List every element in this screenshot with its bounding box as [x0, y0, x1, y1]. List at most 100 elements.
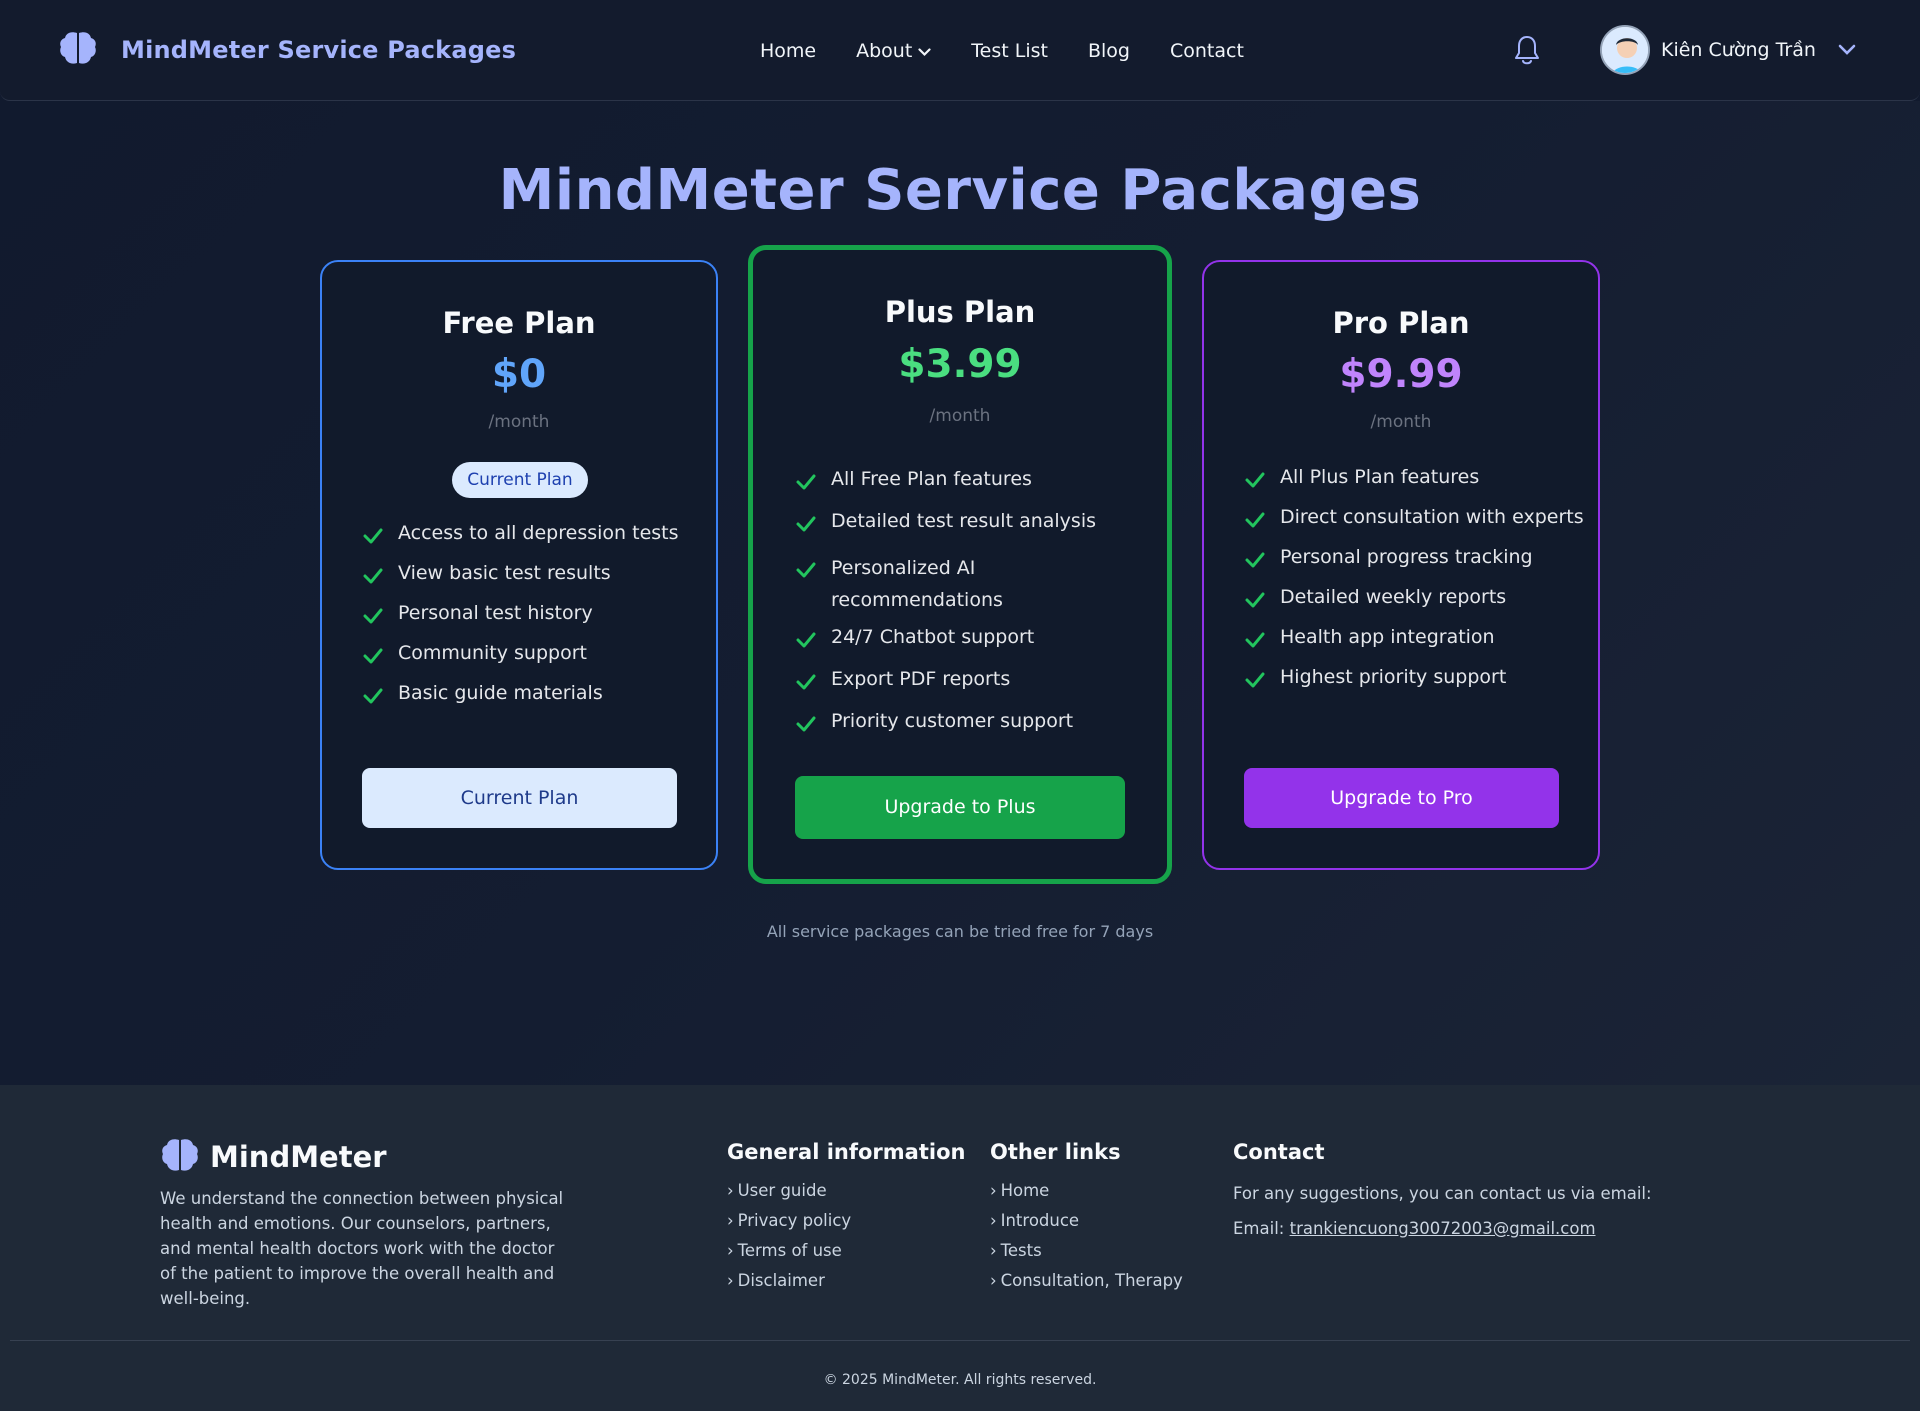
footer-divider — [10, 1340, 1910, 1341]
brand[interactable]: MindMeter Service Packages — [59, 30, 516, 70]
check-icon — [1244, 589, 1266, 611]
current-plan-badge: Current Plan — [452, 462, 588, 498]
footer-link-privacy-policy[interactable]: › Privacy policy — [727, 1206, 965, 1236]
nav-home[interactable]: Home — [760, 40, 816, 62]
nav-about-label: About — [856, 39, 913, 62]
feature-text: All Free Plan features — [831, 468, 1032, 490]
footer-link-terms[interactable]: › Terms of use — [727, 1236, 965, 1266]
footer-brand[interactable]: MindMeter — [160, 1137, 387, 1177]
upgrade-to-plus-button[interactable]: Upgrade to Plus — [795, 776, 1125, 839]
check-icon — [362, 565, 384, 587]
check-icon — [795, 513, 817, 535]
current-plan-button[interactable]: Current Plan — [362, 768, 677, 828]
plan-price: $0 — [491, 352, 547, 397]
check-icon — [1244, 549, 1266, 571]
link-label: Disclaimer — [737, 1271, 825, 1290]
feature-list: All Free Plan features Detailed test res… — [795, 468, 1145, 752]
feature-text: Detailed weekly reports — [1280, 586, 1507, 608]
check-icon — [1244, 509, 1266, 531]
feature-item: View basic test results — [362, 562, 692, 602]
copyright: © 2025 MindMeter. All rights reserved. — [823, 1372, 1097, 1388]
plan-name: Pro Plan — [1332, 306, 1470, 340]
feature-text: Community support — [398, 642, 587, 664]
feature-item: Community support — [362, 642, 692, 682]
check-icon — [1244, 629, 1266, 651]
plan-period: /month — [1370, 412, 1432, 432]
plan-name: Free Plan — [442, 306, 596, 340]
link-label: Terms of use — [737, 1241, 842, 1260]
check-icon — [1244, 669, 1266, 691]
feature-item: Personal test history — [362, 602, 692, 642]
feature-item: Personalized AI recommendations — [795, 552, 1055, 626]
link-label: Introduce — [1000, 1211, 1080, 1230]
check-icon — [362, 685, 384, 707]
feature-item: Detailed test result analysis — [795, 510, 1145, 552]
feature-item: Priority customer support — [795, 710, 1145, 752]
avatar[interactable] — [1600, 25, 1650, 75]
footer-link-disclaimer[interactable]: › Disclaimer — [727, 1266, 965, 1296]
check-icon — [1244, 469, 1266, 491]
link-label: Privacy policy — [737, 1211, 852, 1230]
contact-email-link[interactable]: trankiencuong30072003@gmail.com — [1290, 1219, 1596, 1238]
feature-item: Direct consultation with experts — [1244, 506, 1584, 546]
nav-test-list[interactable]: Test List — [971, 40, 1048, 62]
top-header: MindMeter Service Packages Home About Te… — [0, 0, 1920, 101]
brain-icon — [59, 30, 97, 70]
feature-text: 24/7 Chatbot support — [831, 626, 1035, 648]
footer-link-consultation[interactable]: › Consultation, Therapy — [990, 1266, 1183, 1296]
link-label: Tests — [1000, 1241, 1042, 1260]
brand-title: MindMeter Service Packages — [121, 36, 517, 64]
plan-card-plus: Plus Plan $3.99 /month All Free Plan fea… — [748, 245, 1172, 884]
check-icon — [795, 471, 817, 493]
brain-icon — [160, 1137, 200, 1177]
link-label: Consultation, Therapy — [1000, 1271, 1183, 1290]
feature-text: Priority customer support — [831, 710, 1074, 732]
feature-text: Basic guide materials — [398, 682, 603, 704]
feature-item: All Free Plan features — [795, 468, 1145, 510]
feature-text: Health app integration — [1280, 626, 1495, 648]
nav-about[interactable]: About — [856, 40, 931, 62]
plan-price: $3.99 — [898, 342, 1022, 387]
plan-name: Plus Plan — [884, 295, 1036, 329]
plan-period: /month — [929, 406, 991, 426]
check-icon — [795, 671, 817, 693]
link-label: User guide — [737, 1181, 827, 1200]
feature-text: Highest priority support — [1280, 666, 1507, 688]
trial-note: All service packages can be tried free f… — [766, 922, 1154, 941]
nav-blog[interactable]: Blog — [1088, 40, 1130, 62]
site-footer: MindMeter We understand the connection b… — [0, 1085, 1920, 1411]
check-icon — [362, 605, 384, 627]
footer-brand-name: MindMeter — [210, 1140, 387, 1174]
upgrade-to-pro-button[interactable]: Upgrade to Pro — [1244, 768, 1559, 828]
chevron-down-icon[interactable] — [1838, 41, 1856, 60]
bell-icon[interactable] — [1512, 34, 1542, 66]
feature-item: All Plus Plan features — [1244, 466, 1584, 506]
feature-list: All Plus Plan features Direct consultati… — [1244, 466, 1584, 706]
feature-item: Detailed weekly reports — [1244, 586, 1584, 626]
feature-text: Personal test history — [398, 602, 593, 624]
plan-period: /month — [488, 412, 550, 432]
feature-text: Export PDF reports — [831, 668, 1011, 690]
nav-contact[interactable]: Contact — [1170, 40, 1244, 62]
feature-text: Personal progress tracking — [1280, 546, 1533, 568]
feature-list: Access to all depression tests View basi… — [362, 522, 692, 722]
feature-item: Export PDF reports — [795, 668, 1145, 710]
chevron-down-icon — [912, 40, 931, 62]
footer-link-user-guide[interactable]: › User guide — [727, 1176, 965, 1206]
footer-link-home[interactable]: › Home — [990, 1176, 1183, 1206]
main-nav: Home About Test List Blog Contact — [760, 0, 1284, 101]
email-label: Email: — [1233, 1219, 1285, 1238]
plan-price: $9.99 — [1339, 352, 1463, 397]
footer-col-title: General information — [727, 1140, 966, 1164]
page-title: MindMeter Service Packages — [498, 158, 1422, 223]
feature-text: Access to all depression tests — [398, 522, 679, 544]
feature-item: Health app integration — [1244, 626, 1584, 666]
contact-email-line: Email: trankiencuong30072003@gmail.com — [1233, 1211, 1652, 1246]
link-label: Home — [1000, 1181, 1050, 1200]
contact-text: For any suggestions, you can contact us … — [1233, 1184, 1652, 1203]
footer-link-introduce[interactable]: › Introduce — [990, 1206, 1183, 1236]
feature-text: View basic test results — [398, 562, 611, 584]
footer-contact: Contact For any suggestions, you can con… — [1233, 1140, 1652, 1246]
footer-link-tests[interactable]: › Tests — [990, 1236, 1183, 1266]
user-menu[interactable]: Kiên Cường Trần — [1600, 25, 1856, 75]
